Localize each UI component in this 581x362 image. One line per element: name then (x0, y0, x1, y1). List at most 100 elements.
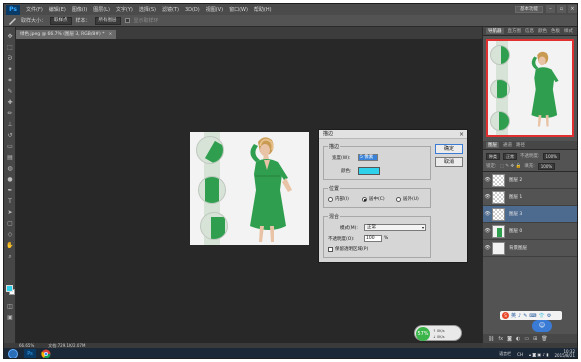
menu-view[interactable]: 视图(V) (203, 6, 226, 13)
menu-filter[interactable]: 滤镜(T) (159, 6, 182, 13)
layer-name[interactable]: 图层 0 (509, 228, 522, 234)
new-layer-icon[interactable]: ⊞ (533, 336, 537, 342)
trash-icon[interactable]: 🗑 (541, 336, 547, 342)
menu-layer[interactable]: 图层(L) (90, 6, 113, 13)
taskbar-chrome-icon[interactable] (40, 349, 52, 358)
stamp-tool-icon[interactable]: ⊥ (6, 121, 14, 128)
menu-3d[interactable]: 3D(D) (182, 7, 203, 13)
ime-punct-icon[interactable]: ♪ (518, 313, 521, 319)
tab-channels[interactable]: 通道 (503, 142, 512, 148)
tray-icons[interactable]: ▴ ◙ ▣ ♪ ▮ (529, 352, 549, 357)
stroke-color-swatch[interactable] (358, 167, 380, 175)
layer-row[interactable]: 👁 图层 1 (483, 189, 577, 206)
menu-file[interactable]: 文件(F) (23, 6, 46, 13)
blur-tool-icon[interactable]: ◍ (6, 165, 14, 172)
eyedropper-tool-icon[interactable]: ✎ (6, 88, 14, 95)
menu-type[interactable]: 文字(Y) (113, 6, 136, 13)
tab-styles[interactable]: 样式 (564, 28, 573, 34)
mask-icon[interactable]: ◙ (507, 336, 512, 342)
minimize-button[interactable]: – (546, 5, 555, 13)
sample-select[interactable]: 所有图层 (94, 16, 121, 25)
position-outside-radio[interactable] (396, 197, 401, 202)
link-icon[interactable]: ⛓ (488, 336, 494, 342)
width-input[interactable]: 5 像素 (358, 154, 378, 161)
opacity-input[interactable]: 100 (364, 235, 382, 242)
gradient-tool-icon[interactable]: ▤ (6, 154, 14, 161)
workspace-select[interactable]: 基本功能 (515, 6, 543, 13)
language-bar-label[interactable]: 语言栏 (499, 351, 511, 357)
layer-row[interactable]: 👁 图层 0 (483, 223, 577, 240)
eye-icon[interactable]: 👁 (483, 194, 492, 200)
layer-name[interactable]: 图层 3 (509, 211, 522, 217)
lock-icons[interactable]: ⬚ ✎ ✥ 🔒 (500, 164, 522, 169)
assistant-bubble-icon[interactable]: ☺ (532, 320, 552, 332)
show-ring-checkbox[interactable] (124, 18, 130, 23)
close-window-button[interactable]: × (568, 5, 577, 13)
ok-button[interactable]: 确定 (435, 144, 463, 154)
tab-layers[interactable]: 图层 (486, 142, 499, 148)
lasso-tool-icon[interactable]: ᘐ (6, 55, 14, 62)
ime-logo-icon[interactable]: S (502, 312, 509, 319)
ime-settings-icon[interactable]: ⚙ (547, 313, 551, 319)
crop-tool-icon[interactable]: ⌗ (6, 77, 14, 84)
magic-wand-tool-icon[interactable]: ✦ (6, 66, 14, 73)
history-brush-tool-icon[interactable]: ↺ (6, 132, 14, 139)
preserve-transparency-checkbox[interactable] (328, 247, 333, 252)
position-inside-radio[interactable] (328, 197, 333, 202)
menu-help[interactable]: 帮助(H) (251, 6, 275, 13)
layer-opacity-input[interactable]: 100% (542, 152, 560, 160)
layer-name[interactable]: 图层 2 (509, 177, 522, 183)
eye-icon[interactable]: 👁 (483, 211, 492, 217)
tab-info[interactable]: 信息 (525, 28, 534, 34)
cancel-button[interactable]: 取消 (435, 157, 463, 167)
screen-mode-icon[interactable]: ▣ (6, 314, 14, 321)
shape-tool-icon[interactable]: ▢ (6, 220, 14, 227)
layer-kind-filter[interactable]: 种类 (486, 152, 500, 160)
eye-icon[interactable]: 👁 (483, 177, 492, 183)
adjustment-icon[interactable]: ◐ (516, 336, 520, 342)
move-tool-icon[interactable]: ✥ (6, 33, 14, 40)
menu-select[interactable]: 选择(S) (136, 6, 159, 13)
eraser-tool-icon[interactable]: ▭ (6, 143, 14, 150)
brush-icon[interactable] (8, 16, 17, 25)
healing-tool-icon[interactable]: ✚ (6, 99, 14, 106)
ime-lang-toggle[interactable]: 英 (511, 312, 516, 319)
tab-color[interactable]: 颜色 (538, 28, 547, 34)
maximize-button[interactable]: ▫ (557, 5, 566, 13)
menu-window[interactable]: 窗口(W) (226, 6, 251, 13)
tab-swatches[interactable]: 色板 (551, 28, 560, 34)
taskbar-photoshop[interactable]: Ps (24, 349, 36, 358)
ime-keyboard-icon[interactable]: ⌨ (529, 313, 536, 319)
tab-histogram[interactable]: 直方图 (508, 28, 522, 34)
start-button[interactable] (8, 349, 18, 358)
menu-image[interactable]: 图像(I) (69, 6, 90, 13)
brush-tool-icon[interactable]: ✏ (6, 110, 14, 117)
ime-skin-icon[interactable]: 👕 (539, 313, 545, 319)
fill-input[interactable]: 100% (537, 162, 556, 170)
menu-edit[interactable]: 编辑(E) (46, 6, 69, 13)
3d-tool-icon[interactable]: ◇ (6, 231, 14, 238)
layer-name[interactable]: 背景图层 (509, 245, 527, 251)
fx-icon[interactable]: fx (498, 336, 503, 342)
type-tool-icon[interactable]: T (6, 198, 14, 205)
tab-paths[interactable]: 路径 (516, 142, 525, 148)
marquee-tool-icon[interactable]: ⬚ (6, 44, 14, 51)
clock[interactable]: 10:32 2015/8/21 (554, 349, 575, 359)
document-canvas[interactable] (190, 132, 309, 245)
foreground-color-swatch[interactable] (6, 285, 13, 292)
path-select-tool-icon[interactable]: ➤ (6, 209, 14, 216)
input-lang[interactable]: CH (517, 352, 523, 357)
folder-icon[interactable]: ▭ (524, 336, 529, 342)
tab-navigator[interactable]: 导航器 (486, 28, 504, 34)
eye-icon[interactable]: 👁 (483, 245, 492, 251)
zoom-tool-icon[interactable]: ⌕ (6, 253, 14, 260)
eye-icon[interactable]: 👁 (483, 228, 492, 234)
close-document-icon[interactable]: × (108, 32, 112, 37)
dodge-tool-icon[interactable]: ● (6, 176, 14, 183)
navigator-preview[interactable] (486, 39, 574, 137)
mode-select[interactable]: 正常 ▾ (364, 224, 426, 231)
layer-row[interactable]: 👁 背景图层 (483, 240, 577, 257)
quick-mask-icon[interactable]: ◫ (6, 303, 14, 310)
layer-name[interactable]: 图层 1 (509, 194, 522, 200)
dialog-close-icon[interactable]: × (458, 131, 465, 138)
